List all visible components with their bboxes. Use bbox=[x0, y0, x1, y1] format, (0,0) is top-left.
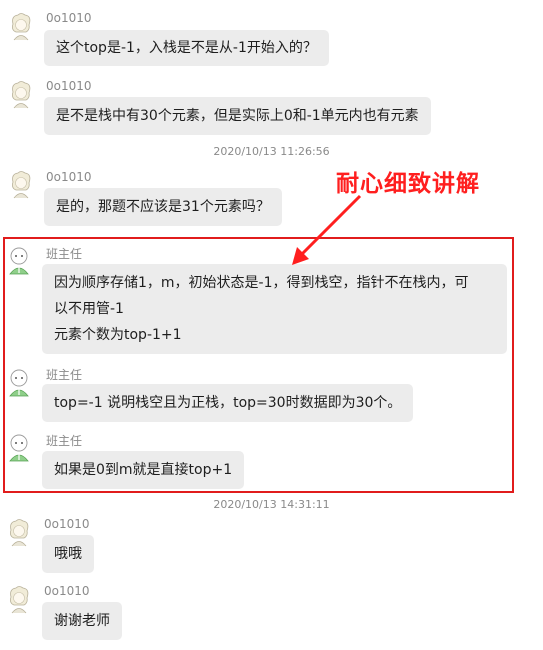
teacher-avatar-icon[interactable] bbox=[6, 432, 32, 462]
message-text: 这个top是-1，入栈是不是从-1开始入的？ bbox=[56, 40, 317, 56]
message-bubble[interactable]: 是的，那题不应该是31个元素吗？ bbox=[44, 188, 282, 226]
sender-name: 0o1010 bbox=[46, 79, 92, 93]
message-bubble[interactable]: 哦哦 bbox=[42, 535, 94, 573]
message-bubble[interactable]: 因为顺序存储1，m，初始状态是-1，得到栈空，指针不在栈内，可 以不用管-1 元… bbox=[42, 264, 507, 354]
message-bubble[interactable]: 是不是栈中有30个元素，但是实际上0和-1单元内也有元素 bbox=[44, 97, 431, 135]
sender-name: 0o1010 bbox=[46, 11, 92, 25]
timestamp: 2020/10/13 11:26:56 bbox=[213, 145, 330, 158]
timestamp: 2020/10/13 14:31:11 bbox=[213, 498, 330, 511]
sender-name: 0o1010 bbox=[44, 517, 90, 531]
sender-name: 班主任 bbox=[46, 247, 83, 261]
message-text-line-2: 以不用管-1 bbox=[54, 301, 124, 317]
sender-name: 0o1010 bbox=[44, 584, 90, 598]
student-avatar-icon[interactable] bbox=[8, 80, 34, 110]
teacher-avatar-icon[interactable] bbox=[6, 367, 32, 397]
teacher-avatar-icon[interactable] bbox=[6, 245, 32, 275]
message-text: 谢谢老师 bbox=[54, 613, 110, 629]
message-text: 哦哦 bbox=[54, 546, 82, 562]
message-text-line-1: 因为顺序存储1，m，初始状态是-1，得到栈空，指针不在栈内，可 bbox=[54, 275, 469, 291]
message-text: 是的，那题不应该是31个元素吗？ bbox=[56, 199, 270, 215]
message-text-line-3: 元素个数为top-1+1 bbox=[54, 327, 182, 343]
sender-name: 班主任 bbox=[46, 368, 83, 382]
message-bubble[interactable]: 如果是0到m就是直接top+1 bbox=[42, 451, 245, 489]
student-avatar-icon[interactable] bbox=[6, 585, 32, 615]
message-text: 如果是0到m就是直接top+1 bbox=[54, 462, 233, 478]
message-bubble[interactable]: 谢谢老师 bbox=[42, 602, 122, 640]
sender-name: 班主任 bbox=[46, 434, 83, 448]
student-avatar-icon[interactable] bbox=[8, 12, 34, 42]
student-avatar-icon[interactable] bbox=[6, 518, 32, 548]
message-text: 是不是栈中有30个元素，但是实际上0和-1单元内也有元素 bbox=[56, 108, 419, 124]
message-bubble[interactable]: top=-1 说明栈空且为正栈，top=30时数据即为30个。 bbox=[42, 384, 414, 422]
message-text: top=-1 说明栈空且为正栈，top=30时数据即为30个。 bbox=[54, 395, 402, 411]
student-avatar-icon[interactable] bbox=[8, 170, 34, 200]
message-bubble[interactable]: 这个top是-1，入栈是不是从-1开始入的？ bbox=[44, 30, 329, 66]
sender-name: 0o1010 bbox=[46, 170, 92, 184]
annotation-text: 耐心细致讲解 bbox=[336, 171, 480, 197]
